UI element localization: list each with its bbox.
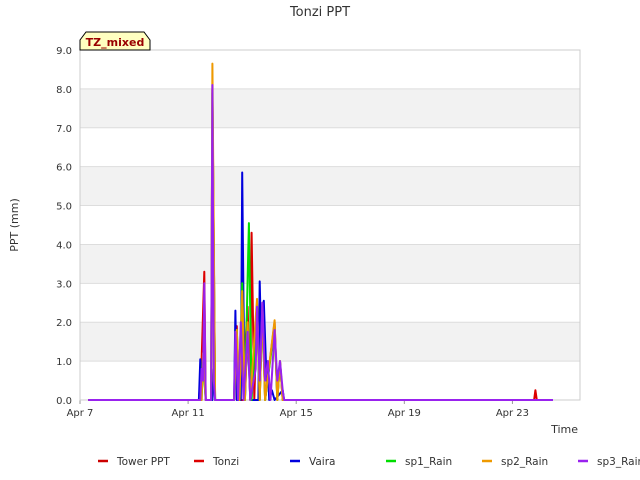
y-tick-label: 1.0 — [56, 357, 72, 368]
site-badge: TZ_mixed — [79, 31, 151, 51]
background-band — [80, 166, 580, 206]
x-tick-label: Apr 7 — [67, 408, 94, 419]
y-tick-label: 6.0 — [56, 163, 72, 174]
x-tick-label: Apr 11 — [172, 408, 205, 419]
y-tick-label: 9.0 — [56, 46, 72, 57]
legend-label-vaira: Vaira — [309, 456, 335, 468]
background-band — [80, 322, 580, 362]
y-tick-label: 0.0 — [56, 396, 72, 407]
legend: Tower PPT Tonzi Vaira sp1_Rain sp2_Rain sp3_R… — [98, 456, 640, 468]
series-line-vaira — [88, 171, 553, 401]
background-band — [80, 88, 580, 128]
y-axis-label: PPT (mm) — [8, 198, 21, 252]
x-axis-label: Time — [550, 423, 578, 436]
legend-label-sp1-rain: sp1_Rain — [405, 456, 452, 468]
y-tick-labels: 0.0 1.0 2.0 3.0 4.0 5.0 6.0 7.0 8.0 9.0 — [56, 46, 72, 407]
x-tick-label: Apr 15 — [280, 408, 313, 419]
chart: 0.01.02.03.04.05.06.07.08.09.0 Apr 7 Apr … — [8, 5, 640, 468]
x-tick-label: Apr 19 — [388, 408, 421, 419]
legend-label-tonzi: Tonzi — [212, 456, 239, 468]
y-tick-label: 8.0 — [56, 85, 72, 96]
x-tick-labels: Apr 7 Apr 11 Apr 15 Apr 19 Apr 23 — [67, 408, 529, 419]
legend-label-tower-ppt: Tower PPT — [116, 456, 170, 468]
y-tick-label: 3.0 — [56, 279, 72, 290]
site-badge-label: TZ_mixed — [86, 36, 145, 49]
legend-label-sp3-rain: sp3_Rain — [597, 456, 640, 468]
y-tick-label: 2.0 — [56, 318, 72, 329]
y-tick-label: 4.0 — [56, 240, 72, 251]
x-tick-label: Apr 23 — [496, 408, 529, 419]
background-band — [80, 244, 580, 284]
y-tick-label: 7.0 — [56, 124, 72, 135]
background-bands — [80, 88, 580, 362]
legend-label-sp2-rain: sp2_Rain — [501, 456, 548, 468]
chart-title: Tonzi PPT — [289, 5, 350, 20]
y-tick-label: 5.0 — [56, 202, 72, 213]
